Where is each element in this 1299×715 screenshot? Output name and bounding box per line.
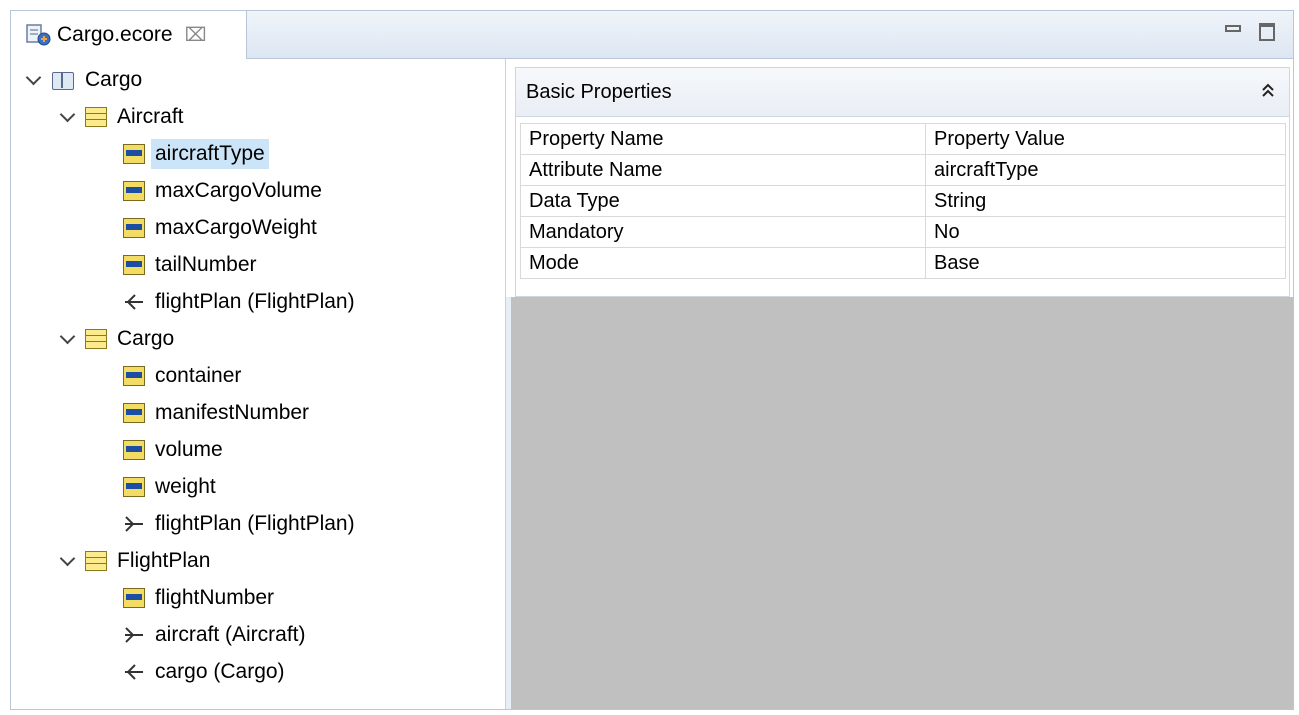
tree-item-label: maxCargoWeight	[155, 216, 317, 239]
basic-properties-section: Basic Properties Property Name Property …	[515, 67, 1290, 297]
table-header-row: Property Name Property Value	[520, 123, 1286, 155]
tree-item-label: aircraftType	[151, 139, 269, 169]
tree-item-class[interactable]: Cargo	[59, 322, 174, 356]
minimize-icon	[1225, 25, 1241, 32]
table-row[interactable]: Data Type String	[520, 185, 1286, 217]
tree-item-label: Cargo	[85, 68, 143, 91]
chevron-down-icon[interactable]	[59, 330, 77, 348]
property-name-cell: Mandatory	[520, 216, 926, 248]
tree-item-attribute[interactable]: volume	[123, 433, 223, 467]
tree-item-class[interactable]: Aircraft	[59, 100, 184, 134]
section-title: Basic Properties	[526, 80, 672, 103]
column-header[interactable]: Property Value	[925, 123, 1286, 155]
tree-item-attribute[interactable]: maxCargoWeight	[123, 211, 317, 245]
ecore-file-icon	[25, 23, 53, 47]
tree-item-attribute[interactable]: aircraftType	[123, 137, 269, 171]
tree-item-attribute[interactable]: container	[123, 359, 241, 393]
table-row[interactable]: Mandatory No	[520, 216, 1286, 248]
attribute-icon	[123, 440, 145, 460]
table-row[interactable]: Attribute Name aircraftType	[520, 154, 1286, 186]
table-row[interactable]: Mode Base	[520, 247, 1286, 279]
tree-item-attribute[interactable]: tailNumber	[123, 248, 257, 282]
property-value-cell[interactable]: No	[925, 216, 1286, 248]
close-icon[interactable]: ⌧	[185, 24, 207, 47]
class-icon	[85, 551, 107, 571]
package-icon	[51, 69, 75, 91]
tree-item-attribute[interactable]: maxCargoVolume	[123, 174, 322, 208]
reference-in-icon	[123, 662, 145, 682]
tree-item-label: flightPlan (FlightPlan)	[155, 512, 355, 535]
property-name-cell: Attribute Name	[520, 154, 926, 186]
attribute-icon	[123, 403, 145, 423]
tree-item-package[interactable]: Cargo	[25, 63, 142, 97]
collapse-icon[interactable]	[1261, 82, 1275, 103]
attribute-icon	[123, 218, 145, 238]
properties-table: Property Name Property Value Attribute N…	[520, 123, 1286, 279]
reference-in-icon	[123, 292, 145, 312]
tree-item-label: Aircraft	[117, 105, 184, 128]
tree-item-attribute[interactable]: flightNumber	[123, 581, 274, 615]
attribute-icon	[123, 181, 145, 201]
tree-item-label: maxCargoVolume	[155, 179, 322, 202]
tree-item-reference[interactable]: cargo (Cargo)	[123, 655, 285, 689]
attribute-icon	[123, 477, 145, 497]
editor-tab-bar: Cargo.ecore ⌧	[11, 11, 1293, 59]
maximize-button[interactable]	[1259, 23, 1275, 41]
chevron-down-icon[interactable]	[59, 552, 77, 570]
chevron-down-icon[interactable]	[59, 108, 77, 126]
tree-item-reference[interactable]: flightPlan (FlightPlan)	[123, 285, 355, 319]
property-value-cell[interactable]: String	[925, 185, 1286, 217]
tree-item-label: flightPlan (FlightPlan)	[155, 290, 355, 313]
tree-item-attribute[interactable]: manifestNumber	[123, 396, 309, 430]
tree-item-class[interactable]: FlightPlan	[59, 544, 210, 578]
tree-item-label: container	[155, 364, 242, 387]
attribute-icon	[123, 366, 145, 386]
tree-item-label: tailNumber	[155, 253, 257, 276]
tree-item-label: Cargo	[117, 327, 175, 350]
property-value-cell[interactable]: aircraftType	[925, 154, 1286, 186]
tab-label: Cargo.ecore	[57, 23, 173, 46]
tree-item-label: flightNumber	[155, 586, 275, 609]
tree-item-label: aircraft (Aircraft)	[155, 623, 306, 646]
section-header[interactable]: Basic Properties	[516, 68, 1289, 117]
minimize-button[interactable]	[1225, 23, 1241, 32]
attribute-icon	[123, 588, 145, 608]
tree-item-reference[interactable]: aircraft (Aircraft)	[123, 618, 306, 652]
reference-out-icon	[123, 514, 145, 534]
tab-cargo-ecore[interactable]: Cargo.ecore ⌧	[11, 11, 247, 59]
tree-item-label: manifestNumber	[155, 401, 310, 424]
tree-item-label: cargo (Cargo)	[155, 660, 285, 683]
tree-item-label: weight	[155, 475, 216, 498]
attribute-icon	[123, 144, 145, 164]
editor-window: Cargo.ecore ⌧ Cargo Aircraft aircraftTyp…	[10, 10, 1294, 710]
model-tree: Cargo Aircraft aircraftType maxCargoVolu…	[11, 59, 506, 709]
column-header[interactable]: Property Name	[520, 123, 926, 155]
empty-properties-area	[506, 297, 1293, 709]
tree-item-attribute[interactable]: weight	[123, 470, 216, 504]
property-value-cell[interactable]: Base	[925, 247, 1286, 279]
attribute-icon	[123, 255, 145, 275]
class-icon	[85, 107, 107, 127]
property-name-cell: Data Type	[520, 185, 926, 217]
tree-item-label: FlightPlan	[117, 549, 211, 572]
maximize-icon	[1259, 23, 1275, 41]
reference-out-icon	[123, 625, 145, 645]
tree-item-reference[interactable]: flightPlan (FlightPlan)	[123, 507, 355, 541]
property-name-cell: Mode	[520, 247, 926, 279]
tree-item-label: volume	[155, 438, 223, 461]
class-icon	[85, 329, 107, 349]
chevron-down-icon[interactable]	[25, 71, 43, 89]
